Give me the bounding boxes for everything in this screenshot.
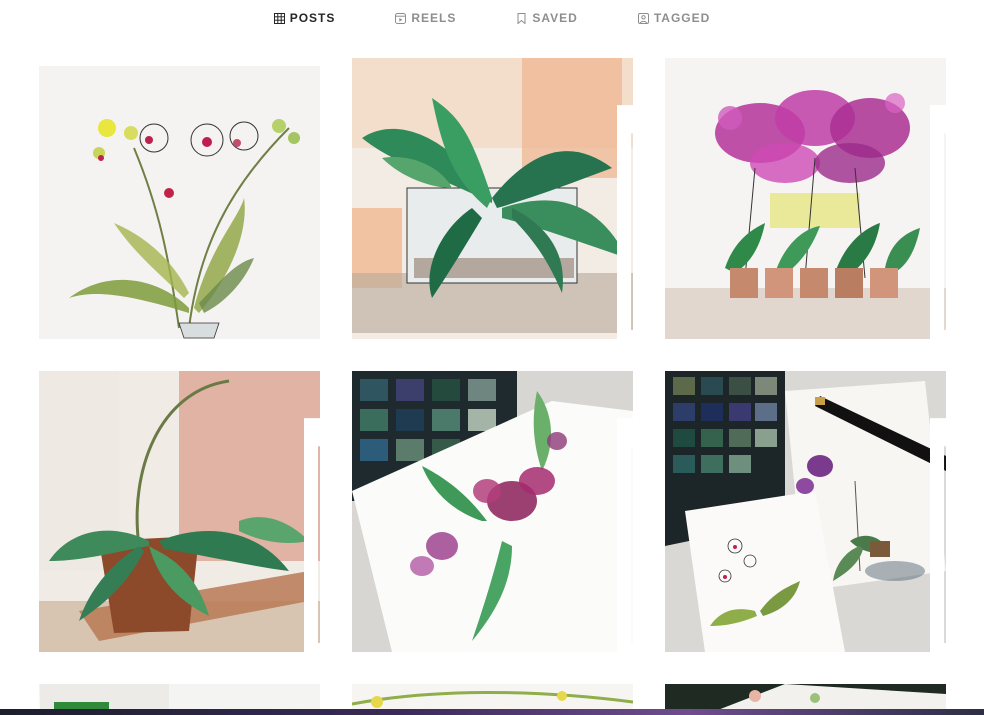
post-image-orchid-leaves-pot [352, 58, 633, 339]
multi-post-icon [617, 63, 633, 339]
posts-grid [39, 58, 947, 652]
post-image-orchids-magenta [665, 58, 946, 339]
tab-saved[interactable]: SAVED [516, 0, 577, 36]
bookmark-icon [516, 12, 527, 24]
post-tile[interactable] [39, 371, 320, 652]
tab-reels[interactable]: REELS [395, 0, 456, 36]
tab-saved-label: SAVED [532, 11, 578, 25]
reels-icon [395, 12, 407, 24]
tab-tagged-label: TAGGED [653, 11, 711, 25]
tab-reels-label: REELS [411, 11, 457, 25]
post-tile[interactable] [39, 58, 320, 339]
tab-tagged[interactable]: TAGGED [637, 0, 711, 36]
post-image-orchid-white [39, 58, 320, 339]
multi-post-icon [617, 376, 633, 652]
post-tile[interactable] [665, 58, 946, 339]
post-tile[interactable] [665, 371, 946, 652]
profile-posts-page: POSTS REELS SAVED TAGGED [0, 0, 984, 715]
profile-tabs: POSTS REELS SAVED TAGGED [0, 0, 984, 36]
post-image-orchid-palette [352, 371, 633, 652]
tagged-icon [637, 12, 649, 24]
multi-post-icon [304, 376, 320, 652]
multi-post-icon [930, 376, 946, 652]
multi-post-icon [930, 689, 940, 699]
post-image-orchid-pen-palette [665, 371, 946, 652]
multi-post-icon [930, 63, 946, 339]
post-image-orchid-clay-pot [39, 371, 320, 652]
tab-posts[interactable]: POSTS [273, 0, 336, 36]
tab-posts-label: POSTS [289, 11, 336, 25]
post-tile[interactable] [352, 58, 633, 339]
grid-icon [273, 12, 285, 24]
post-tile[interactable] [352, 371, 633, 652]
bottom-bar [0, 709, 984, 715]
